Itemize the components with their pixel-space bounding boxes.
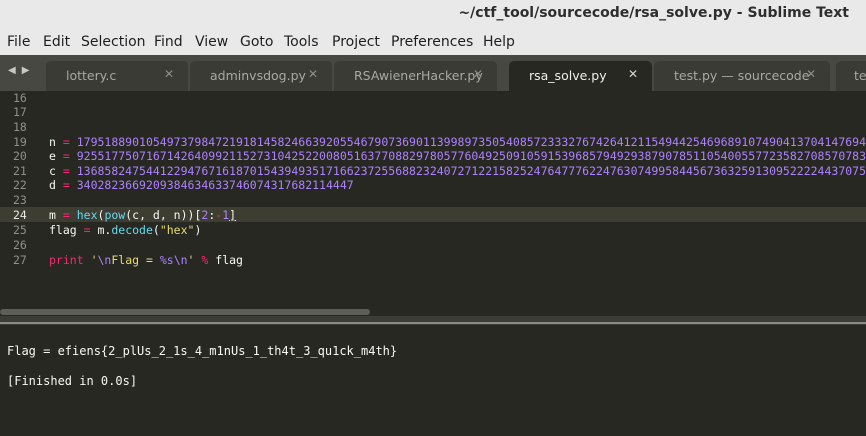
line-number: 22	[13, 178, 27, 192]
tab-bar: ◀▶ lottery.c ✕ adminvsdog.py ✕ RSAwiener…	[0, 55, 866, 91]
panel-divider-line	[0, 322, 866, 324]
code-line-c: c = 136858247544122947671618701543949351…	[49, 164, 866, 178]
line-number: 27	[13, 253, 27, 267]
line-number: 18	[13, 120, 27, 134]
tab-lottery-c[interactable]: lottery.c ✕	[46, 61, 188, 91]
close-icon[interactable]: ✕	[628, 67, 638, 81]
menu-goto[interactable]: Goto	[240, 34, 273, 50]
output-finished-line: [Finished in 0.0s]	[7, 374, 138, 388]
tab-label: lottery.c	[66, 68, 117, 83]
line-number: 20	[13, 149, 27, 163]
tab-label: RSAwienerHacker.py	[354, 68, 483, 83]
menu-selection[interactable]: Selection	[81, 34, 146, 50]
menu-view[interactable]: View	[195, 34, 228, 50]
line-number: 17	[13, 105, 27, 119]
menu-project[interactable]: Project	[332, 34, 380, 50]
code-line-m: m = hex(pow(c, d, n))[2:-1]	[49, 208, 237, 222]
line-number: 21	[13, 164, 27, 178]
line-number: 19	[13, 135, 27, 149]
horizontal-scrollbar[interactable]	[0, 309, 370, 315]
menu-help[interactable]: Help	[483, 34, 515, 50]
line-number: 26	[13, 238, 27, 252]
tab-label: adminvsdog.py	[210, 68, 306, 83]
line-number-current: 24	[13, 208, 27, 222]
window-title: ~/ctf_tool/sourcecode/rsa_solve.py - Sub…	[458, 5, 849, 21]
title-bar: ~/ctf_tool/sourcecode/rsa_solve.py - Sub…	[0, 0, 866, 28]
close-icon[interactable]: ✕	[308, 67, 318, 81]
chevron-right-icon[interactable]: ▶	[22, 65, 36, 76]
tab-label: rsa_solve.py	[529, 68, 607, 83]
menu-edit[interactable]: Edit	[43, 34, 70, 50]
chevron-left-icon[interactable]: ◀	[8, 65, 22, 76]
tab-label: test.py — sourcecode	[674, 68, 810, 83]
tab-rsawienerhacker-py[interactable]: RSAwienerHacker.py ✕	[334, 61, 497, 91]
tab-adminvsdog-py[interactable]: adminvsdog.py ✕	[190, 61, 332, 91]
line-number: 25	[13, 223, 27, 237]
menu-preferences[interactable]: Preferences	[391, 34, 473, 50]
close-icon[interactable]: ✕	[473, 67, 483, 81]
code-line-e: e = 925517750716714264099211527310425220…	[49, 149, 866, 163]
code-line-flag: flag = m.decode("hex")	[49, 223, 202, 237]
code-line-print: print '\nFlag = %s\n' % flag	[49, 253, 243, 267]
tab-label: te	[854, 68, 866, 83]
build-output-panel[interactable]: Flag = efiens{2_plUs_2_1s_4_m1nUs_1_th4t…	[0, 325, 866, 436]
menu-tools[interactable]: Tools	[284, 34, 319, 50]
tab-nav-arrows[interactable]: ◀▶	[8, 65, 35, 76]
close-icon[interactable]: ✕	[164, 67, 174, 81]
menu-bar: File Edit Selection Find View Goto Tools…	[0, 28, 866, 55]
menu-file[interactable]: File	[7, 34, 30, 50]
tab-rsa-solve-py[interactable]: rsa_solve.py ✕	[509, 61, 652, 91]
line-number-gutter: 16 17 18 19 20 21 22 23 24 25 26 27	[0, 91, 40, 316]
tab-overflow[interactable]: te	[836, 61, 866, 91]
output-flag-line: Flag = efiens{2_plUs_2_1s_4_m1nUs_1_th4t…	[7, 344, 398, 358]
menu-find[interactable]: Find	[154, 34, 183, 50]
line-number: 23	[13, 193, 27, 207]
close-icon[interactable]: ✕	[806, 67, 816, 81]
code-editor[interactable]: 16 17 18 19 20 21 22 23 24 25 26 27 n = …	[0, 91, 866, 316]
code-line-d: d = 340282366920938463463374607431768211…	[49, 178, 354, 192]
code-line-n: n = 179518890105497379847219181458246639…	[49, 135, 866, 149]
tab-test-py[interactable]: test.py — sourcecode ✕	[654, 61, 830, 91]
line-number: 16	[13, 91, 27, 105]
